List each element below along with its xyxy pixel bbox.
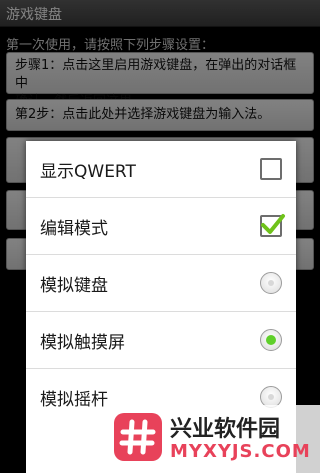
show-qwert-checkbox[interactable]	[260, 158, 282, 180]
option-label: 模拟键盘	[40, 276, 108, 296]
option-label: 模拟摇杆	[40, 390, 108, 410]
option-emulate-touchscreen[interactable]: 模拟触摸屏	[26, 312, 296, 369]
hash-logo-icon	[114, 413, 162, 461]
option-label: 显示QWERT	[40, 162, 136, 182]
radio-dot-icon	[268, 394, 274, 400]
watermark: 兴业软件园 MYXYJS.COM	[104, 405, 320, 473]
emulate-keyboard-radio[interactable]	[260, 272, 282, 294]
option-show-qwert[interactable]: 显示QWERT	[26, 141, 296, 198]
emulate-touchscreen-radio[interactable]	[260, 329, 282, 351]
checkmark-icon	[261, 214, 285, 234]
option-edit-mode[interactable]: 编辑模式	[26, 198, 296, 255]
edit-mode-checkbox[interactable]	[260, 214, 285, 237]
watermark-title: 兴业软件园	[170, 417, 281, 442]
watermark-url: MYXYJS.COM	[170, 441, 311, 462]
radio-selected-icon	[266, 335, 276, 345]
option-label: 编辑模式	[40, 219, 108, 239]
option-label: 模拟触摸屏	[40, 333, 125, 353]
option-emulate-keyboard[interactable]: 模拟键盘	[26, 255, 296, 312]
radio-dot-icon	[268, 280, 274, 286]
